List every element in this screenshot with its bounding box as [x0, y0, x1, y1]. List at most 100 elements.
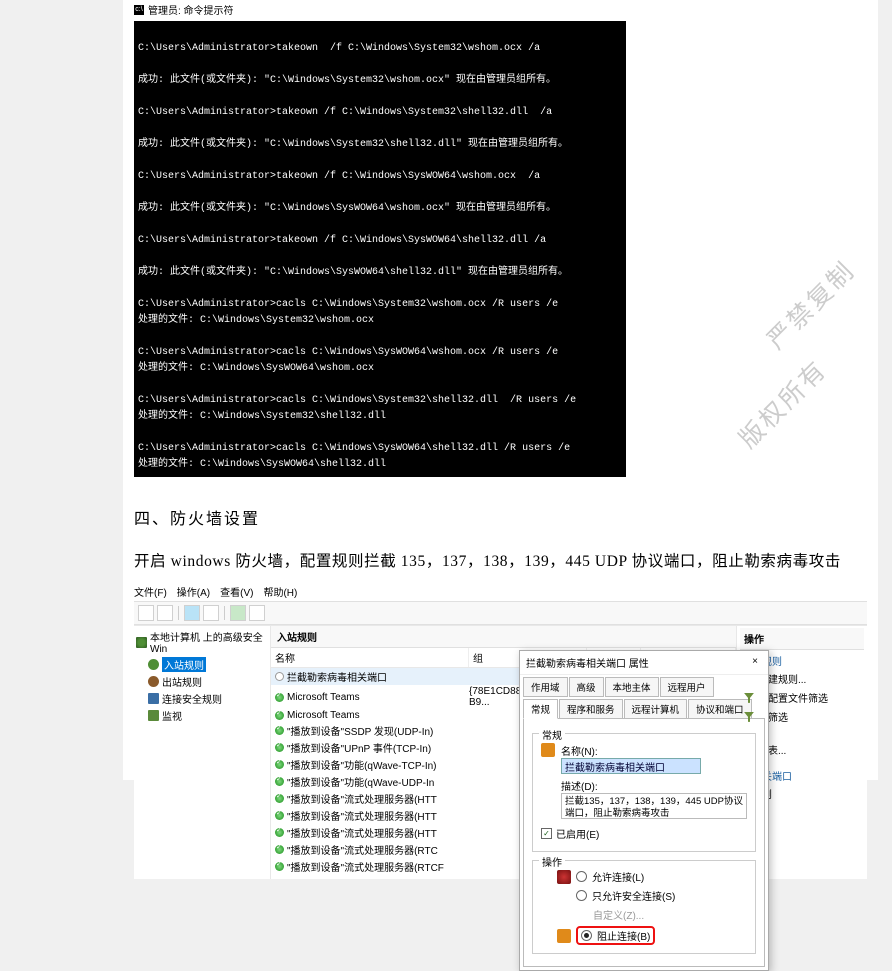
tab-row-top: 作用域高级本地主体远程用户	[520, 675, 768, 697]
back-button[interactable]	[138, 605, 154, 621]
tb-btn[interactable]	[230, 605, 246, 621]
watermark: 版权所有	[730, 351, 835, 456]
rule-status-icon	[275, 711, 284, 720]
tb-btn[interactable]	[249, 605, 265, 621]
cmd-window-title: c:\ 管理员: 命令提示符	[134, 0, 867, 21]
menu-item[interactable]: 操作(A)	[177, 588, 210, 599]
tree-item[interactable]: 连接安全规则	[136, 690, 268, 707]
nav-tree: 本地计算机 上的高级安全 Win 入站规则出站规则连接安全规则监视	[134, 626, 271, 879]
rule-name-text: "播放到设备"功能(qWave-UDP-In	[287, 774, 434, 789]
column-header[interactable]: 名称	[271, 648, 469, 667]
rules-panel: 入站规则 名称组配置文件已启用 拦截勒索病毒相关端口所有是Microsoft T…	[271, 626, 737, 879]
cmd-output: C:\Users\Administrator>takeown /f C:\Win…	[134, 21, 626, 477]
toolbar	[134, 601, 867, 625]
rule-status-icon	[275, 794, 284, 803]
dialog-title: 拦截勒索病毒相关端口 属性	[526, 655, 649, 670]
rule-status-icon	[275, 862, 284, 871]
rule-properties-dialog: 拦截勒索病毒相关端口 属性 × 作用域高级本地主体远程用户 常规程序和服务远程计…	[519, 650, 769, 971]
cmd-title-text: 管理员: 命令提示符	[148, 2, 234, 17]
actions-panel-title: 操作	[740, 628, 864, 650]
section-heading: 四、防火墙设置	[134, 505, 867, 529]
cmd-icon: c:\	[134, 5, 144, 15]
tree-item[interactable]: 出站规则	[136, 673, 268, 690]
tab-row-bottom: 常规程序和服务远程计算机协议和端口	[520, 697, 768, 719]
rule-status-icon	[275, 777, 284, 786]
rule-name-text: "播放到设备"UPnP 事件(TCP-In)	[287, 740, 431, 755]
block-radio[interactable]	[581, 930, 592, 941]
rule-status-icon	[275, 743, 284, 752]
tb-btn[interactable]	[203, 605, 219, 621]
tab[interactable]: 本地主体	[605, 677, 659, 697]
tab[interactable]: 常规	[523, 699, 558, 719]
allow-label: 允许连接(L)	[592, 869, 644, 884]
section-paragraph: 开启 windows 防火墙，配置规则拦截 135，137，138，139，44…	[134, 549, 867, 575]
block-highlight: 阻止连接(B)	[576, 926, 655, 945]
rule-name-text: "播放到设备"流式处理服务器(RTCF	[287, 859, 444, 874]
rule-name-input[interactable]	[561, 758, 701, 774]
toolbar-sep	[178, 606, 179, 620]
menu-item[interactable]: 帮助(H)	[263, 588, 297, 599]
tab[interactable]: 作用域	[523, 677, 568, 697]
rule-status-icon	[275, 726, 284, 735]
watermark: 严禁复制	[758, 252, 863, 357]
close-icon[interactable]: ×	[748, 656, 762, 670]
allow-icon	[557, 870, 571, 884]
rules-panel-title: 入站规则	[271, 626, 736, 648]
menu-item[interactable]: 文件(F)	[134, 588, 167, 599]
tree-icon	[148, 693, 159, 704]
group-legend: 操作	[539, 854, 565, 869]
tree-item[interactable]: 监视	[136, 707, 268, 724]
rule-name-text: "播放到设备"流式处理服务器(HTT	[287, 791, 437, 806]
fwd-button[interactable]	[157, 605, 173, 621]
enabled-label: 已启用(E)	[556, 826, 599, 841]
rule-name-text: "播放到设备"SSDP 发现(UDP-In)	[287, 723, 433, 738]
name-label: 名称(N):	[561, 743, 747, 758]
rule-status-icon	[275, 811, 284, 820]
rule-status-icon	[275, 845, 284, 854]
rule-status-icon	[275, 828, 284, 837]
tab[interactable]: 远程用户	[660, 677, 714, 697]
rule-name-text: "播放到设备"功能(qWave-TCP-In)	[287, 757, 437, 772]
tree-item-label: 连接安全规则	[162, 691, 222, 706]
secure-radio[interactable]	[576, 890, 587, 901]
custom-button: 自定义(Z)...	[593, 907, 644, 922]
tree-item[interactable]: 入站规则	[136, 656, 268, 673]
rule-status-icon	[275, 760, 284, 769]
rule-name-text: 拦截勒索病毒相关端口	[287, 669, 387, 684]
tab[interactable]: 程序和服务	[559, 699, 623, 719]
tb-btn[interactable]	[184, 605, 200, 621]
rule-name-text: "播放到设备"流式处理服务器(HTT	[287, 808, 437, 823]
desc-label: 描述(D):	[561, 778, 747, 793]
rule-desc-textarea[interactable]: 拦截135，137，138，139，445 UDP协议端口，阻止勒索病毒攻击	[561, 793, 747, 819]
tab[interactable]: 远程计算机	[624, 699, 688, 719]
rule-name-text: Microsoft Teams	[287, 692, 360, 703]
menu-bar[interactable]: 文件(F) 操作(A) 查看(V) 帮助(H)	[134, 582, 867, 601]
tree-icon	[148, 676, 159, 687]
rule-status-icon	[275, 672, 284, 681]
rule-status-icon	[275, 693, 284, 702]
rule-name-text: "播放到设备"流式处理服务器(RTC	[287, 842, 438, 857]
tab[interactable]: 协议和端口	[688, 699, 752, 719]
tree-item-label: 监视	[162, 708, 182, 723]
toolbar-sep	[224, 606, 225, 620]
rule-name-text: "播放到设备"流式处理服务器(RTCF	[287, 876, 444, 879]
group-legend: 常规	[539, 727, 565, 742]
firewall-window: 文件(F) 操作(A) 查看(V) 帮助(H) 本地计算机 上的高级安全 Win 入站…	[134, 581, 867, 879]
tree-root[interactable]: 本地计算机 上的高级安全 Win	[136, 628, 268, 656]
enabled-checkbox[interactable]: ✓	[541, 828, 552, 839]
secure-label: 只允许安全连接(S)	[592, 888, 675, 903]
tree-root-label: 本地计算机 上的高级安全 Win	[150, 629, 268, 655]
block-icon	[557, 929, 571, 943]
tree-item-label: 出站规则	[162, 674, 202, 689]
tab[interactable]: 高级	[569, 677, 604, 697]
dialog-titlebar: 拦截勒索病毒相关端口 属性 ×	[520, 651, 768, 675]
rule-name-text: Microsoft Teams	[287, 710, 360, 721]
tree-icon	[148, 710, 159, 721]
block-icon	[541, 743, 555, 757]
tree-icon	[148, 659, 159, 670]
menu-item[interactable]: 查看(V)	[220, 588, 253, 599]
shield-icon	[136, 637, 147, 648]
general-group: 常规 名称(N): 描述(D): 拦截135，137，138，139，445 U…	[532, 733, 756, 852]
tree-item-label: 入站规则	[162, 657, 206, 672]
allow-radio[interactable]	[576, 871, 587, 882]
